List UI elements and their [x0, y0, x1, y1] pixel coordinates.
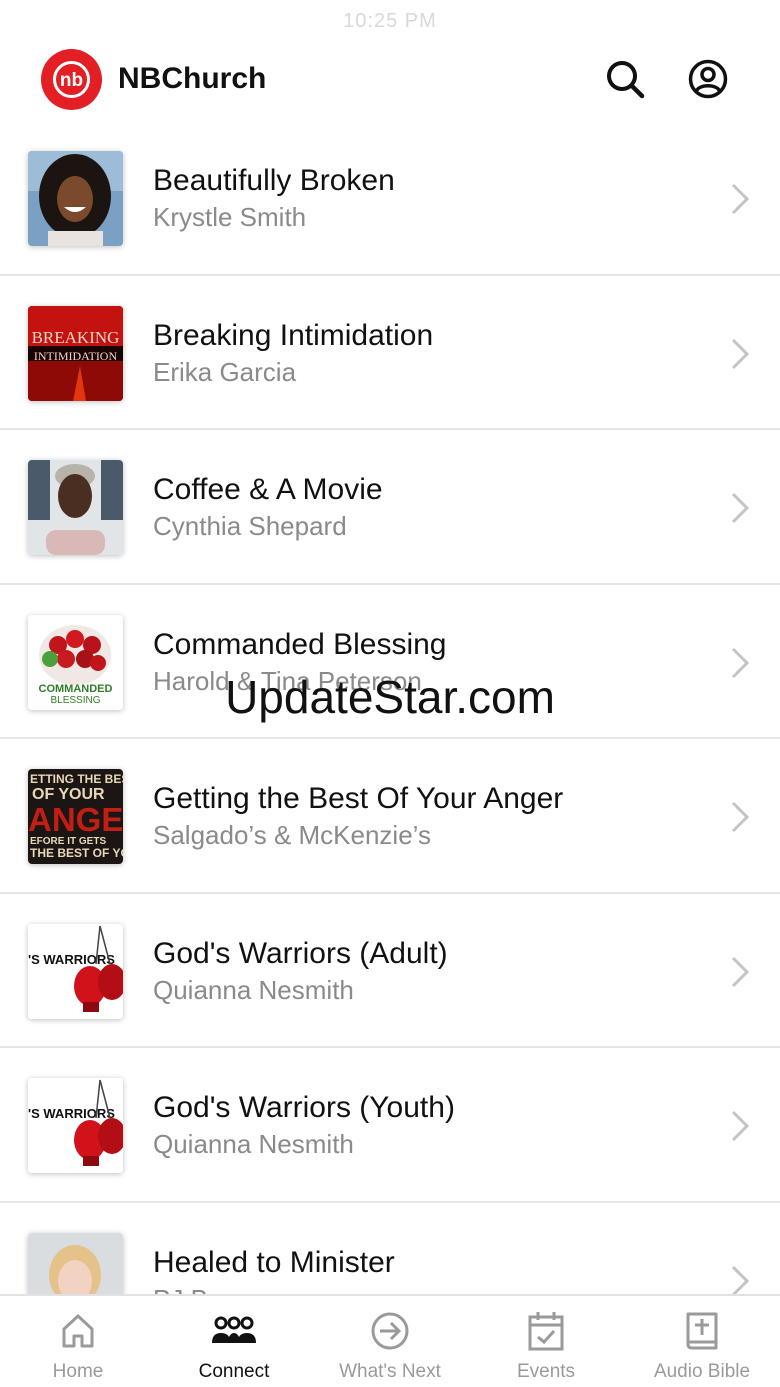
tab-label: Connect [198, 1361, 270, 1382]
tab-label: Events [516, 1361, 576, 1382]
group-thumbnail: ETTING THE BEST OF YOUR ANGER EFORE IT G… [28, 769, 123, 864]
group-title: Beautifully Broken [153, 164, 395, 197]
group-title: Getting the Best Of Your Anger [153, 782, 564, 815]
profile-button[interactable] [686, 57, 730, 101]
svg-text:nb: nb [60, 70, 83, 91]
chevron-right-icon [731, 801, 750, 833]
status-time: 10:25 PM [343, 10, 437, 32]
church-logo[interactable]: nb [41, 49, 102, 110]
arrow-circle-icon [371, 1312, 409, 1350]
group-list: Beautifully Broken Krystle Smith BREAKIN… [0, 121, 780, 1357]
app-header: nb NBChurch [0, 40, 780, 120]
group-title: Commanded Blessing [153, 627, 447, 661]
tab-events[interactable]: Events [468, 1296, 624, 1387]
group-leader: Cynthia Shepard [153, 511, 347, 541]
chevron-right-icon [731, 1110, 750, 1142]
group-leader: Quianna Nesmith [153, 974, 354, 1005]
group-thumbnail: COMMANDED BLESSING [28, 614, 123, 710]
tab-connect[interactable]: Connect [156, 1296, 312, 1387]
group-thumbnail [28, 151, 123, 246]
svg-text:ANGER: ANGER [28, 801, 123, 838]
tab-label: Audio Bible [653, 1361, 751, 1382]
list-item[interactable]: Beautifully Broken Krystle Smith [0, 121, 780, 276]
bible-icon [686, 1312, 718, 1350]
home-icon [62, 1314, 94, 1348]
list-item[interactable]: 'S WARRIORS God's Warriors (Adult) Quian… [0, 894, 780, 1048]
app-screen: 10:25 PM nb NBChurch Beautifully Broken … [0, 0, 780, 1387]
search-button[interactable] [603, 57, 647, 101]
chevron-right-icon [731, 492, 750, 524]
chevron-right-icon [731, 338, 750, 369]
group-thumbnail: BREAKING INTIMIDATION [28, 305, 123, 401]
list-item[interactable]: 'S WARRIORS God's Warriors (Youth) Quian… [0, 1048, 780, 1203]
list-item[interactable]: Coffee & A Movie Cynthia Shepard [0, 430, 780, 585]
tab-whats-next[interactable]: What's Next [312, 1296, 468, 1387]
svg-text:'S WARRIORS: 'S WARRIORS [28, 952, 115, 967]
group-thumbnail: 'S WARRIORS [28, 923, 123, 1019]
group-thumbnail [28, 460, 123, 555]
group-leader: Erika Garcia [153, 356, 297, 387]
chevron-right-icon [731, 647, 750, 678]
search-icon [607, 61, 645, 99]
list-item[interactable]: ETTING THE BEST OF YOUR ANGER EFORE IT G… [0, 739, 780, 894]
logo-mark-icon: nb [53, 61, 90, 98]
tab-label: Home [52, 1361, 104, 1382]
group-leader: Harold & Tina Peterson [153, 665, 422, 696]
tab-home[interactable]: Home [0, 1296, 156, 1387]
svg-text:BLESSING: BLESSING [50, 695, 100, 706]
chevron-right-icon [731, 183, 750, 215]
user-circle-icon [688, 59, 728, 99]
group-leader: Salgado’s & McKenzie’s [153, 820, 431, 850]
svg-text:ETTING THE BEST: ETTING THE BEST [30, 772, 123, 786]
list-item[interactable]: BREAKING INTIMIDATION Breaking Intimidat… [0, 276, 780, 430]
group-title: Breaking Intimidation [153, 318, 434, 352]
svg-text:BREAKING: BREAKING [32, 328, 120, 347]
group-title: God's Warriors (Youth) [153, 1091, 455, 1124]
svg-text:INTIMIDATION: INTIMIDATION [34, 349, 118, 363]
calendar-check-icon [528, 1312, 564, 1351]
tab-label: What's Next [339, 1361, 441, 1382]
group-title: Coffee & A Movie [153, 473, 383, 506]
group-title: God's Warriors (Adult) [153, 936, 448, 970]
svg-text:'S WARRIORS: 'S WARRIORS [28, 1106, 115, 1121]
list-item[interactable]: COMMANDED BLESSING Commanded Blessing Ha… [0, 585, 780, 739]
group-leader: Quianna Nesmith [153, 1129, 354, 1159]
group-leader: Krystle Smith [153, 202, 307, 232]
tab-audio-bible[interactable]: Audio Bible [624, 1296, 780, 1387]
people-icon [212, 1316, 256, 1343]
svg-text:THE BEST OF YO: THE BEST OF YO [30, 846, 123, 860]
group-title: Healed to Minister [153, 1245, 395, 1279]
chevron-right-icon [731, 956, 750, 987]
svg-text:COMMANDED: COMMANDED [39, 683, 113, 695]
group-thumbnail: 'S WARRIORS [28, 1078, 123, 1173]
brand-name: NBChurch [118, 62, 267, 95]
bottom-tab-bar: Home Connect What's Next Events Audio Bi… [0, 1294, 780, 1387]
